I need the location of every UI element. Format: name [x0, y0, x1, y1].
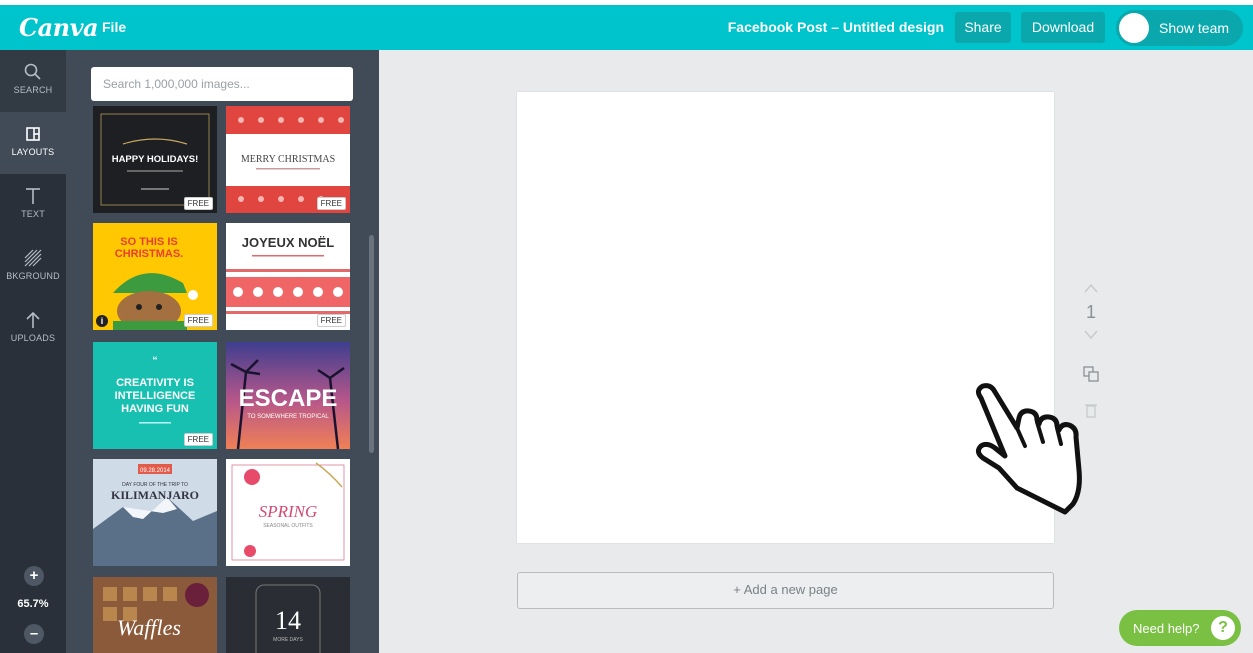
layout-text: MERRY CHRISTMAS — [241, 154, 335, 165]
layout-thumbnail[interactable]: SO THIS IS CHRISTMAS. i FREE — [93, 223, 217, 330]
layout-text: MORE DAYS — [273, 637, 303, 643]
toggle-knob — [1119, 13, 1149, 43]
zoom-in-button[interactable]: + — [24, 566, 44, 586]
background-icon — [24, 249, 42, 267]
sidebar-item-label: TEXT — [21, 209, 45, 219]
layout-text: 09.28.2014 — [140, 468, 171, 474]
layout-thumbnail[interactable]: “ CREATIVITY IS INTELLIGENCE HAVING FUN … — [93, 342, 217, 449]
layout-text: JOYEUX NOËL — [242, 235, 335, 250]
layout-thumbnail[interactable]: JOYEUX NOËL FREE — [226, 223, 350, 330]
layout-text: “ — [152, 355, 158, 367]
show-team-toggle[interactable]: Show team — [1116, 10, 1243, 46]
layout-text: SPRING — [259, 502, 318, 521]
info-icon[interactable]: i — [96, 315, 108, 327]
layouts-icon — [26, 127, 40, 141]
download-button[interactable]: Download — [1021, 12, 1105, 43]
image-search-input[interactable]: Search 1,000,000 images... — [91, 67, 353, 101]
layout-thumbnail[interactable]: Waffles — [93, 577, 217, 653]
sidebar-rail: SEARCH LAYOUTS TEXT BKGROUND UPLOADS + 6… — [0, 50, 66, 653]
sidebar-item-search[interactable]: SEARCH — [0, 50, 66, 112]
layout-text: SEASONAL OUTFITS — [263, 523, 313, 529]
layout-thumbnail[interactable]: HAPPY HOLIDAYS! FREE — [93, 106, 217, 213]
layout-text: CHRISTMAS. — [115, 248, 183, 260]
move-page-up-icon[interactable] — [1084, 283, 1098, 293]
layout-preview: 09.28.2014 DAY FOUR OF THE TRIP TO KILIM… — [93, 459, 217, 566]
sidebar-item-label: UPLOADS — [10, 333, 56, 343]
layout-thumbnail[interactable]: 09.28.2014 DAY FOUR OF THE TRIP TO KILIM… — [93, 459, 217, 566]
need-help-button[interactable]: Need help? ? — [1119, 610, 1241, 646]
zoom-level: 65.7% — [17, 598, 49, 610]
free-badge: FREE — [316, 314, 346, 327]
pointer-hand-icon — [975, 383, 1082, 515]
free-badge: FREE — [316, 197, 346, 210]
sidebar-item-background[interactable]: BKGROUND — [0, 236, 66, 298]
file-menu[interactable]: File — [102, 19, 126, 35]
text-icon — [26, 188, 40, 204]
sidebar-item-text[interactable]: TEXT — [0, 174, 66, 236]
sidebar-item-label: BKGROUND — [6, 271, 60, 281]
layout-text: HAPPY HOLIDAYS! — [112, 154, 199, 165]
share-button[interactable]: Share — [955, 12, 1011, 43]
search-icon — [24, 63, 41, 80]
add-page-button[interactable]: + Add a new page — [517, 572, 1054, 609]
sidebar-item-label: LAYOUTS — [11, 147, 55, 157]
layout-text: TO SOMEWHERE TROPICAL — [247, 414, 329, 420]
layout-thumbnail[interactable]: 14 MORE DAYS — [226, 577, 350, 653]
layout-preview: Waffles — [93, 577, 217, 653]
layout-text: ESCAPE — [239, 385, 338, 412]
layout-text: KILIMANJARO — [111, 488, 199, 502]
layout-preview: ESCAPE TO SOMEWHERE TROPICAL — [226, 342, 350, 449]
free-badge: FREE — [183, 314, 213, 327]
zoom-out-button[interactable]: – — [24, 624, 44, 644]
layout-thumbnail[interactable]: SPRING SEASONAL OUTFITS — [226, 459, 350, 566]
layout-text: INTELLIGENCE — [115, 390, 196, 402]
sidebar-item-uploads[interactable]: UPLOADS — [0, 298, 66, 360]
layout-text: CREATIVITY IS — [116, 377, 194, 389]
layout-thumbnail[interactable]: ESCAPE TO SOMEWHERE TROPICAL — [226, 342, 350, 449]
layout-text: HAVING FUN — [121, 403, 189, 415]
layout-preview: SPRING SEASONAL OUTFITS — [226, 459, 350, 566]
move-page-down-icon[interactable] — [1084, 330, 1098, 340]
layouts-panel: Search 1,000,000 images... HAPPY HOLIDAY… — [66, 50, 379, 653]
help-icon: ? — [1211, 616, 1235, 640]
editor-workspace: 1 + Add a new page Need help? ? — [379, 50, 1253, 653]
free-badge: FREE — [183, 433, 213, 446]
layout-text: 14 — [275, 606, 301, 635]
page-number: 1 — [1085, 302, 1096, 322]
top-bar: Canva File Facebook Post – Untitled desi… — [0, 5, 1253, 50]
layout-text: Waffles — [117, 615, 181, 640]
layout-thumbnail[interactable]: MERRY CHRISTMAS FREE — [226, 106, 350, 213]
canva-logo[interactable]: Canva — [19, 13, 99, 42]
sidebar-item-label: SEARCH — [13, 85, 53, 95]
canva-editor: Canva File Facebook Post – Untitled desi… — [0, 0, 1253, 653]
free-badge: FREE — [183, 197, 213, 210]
need-help-label: Need help? — [1133, 621, 1200, 636]
layout-text: SO THIS IS — [120, 236, 177, 248]
show-team-label: Show team — [1159, 20, 1230, 36]
upload-icon — [26, 311, 40, 328]
document-title[interactable]: Facebook Post – Untitled design — [728, 19, 944, 35]
panel-scrollbar[interactable] — [369, 235, 374, 453]
layout-preview: 14 MORE DAYS — [226, 577, 350, 653]
sidebar-item-layouts[interactable]: LAYOUTS — [0, 112, 66, 174]
